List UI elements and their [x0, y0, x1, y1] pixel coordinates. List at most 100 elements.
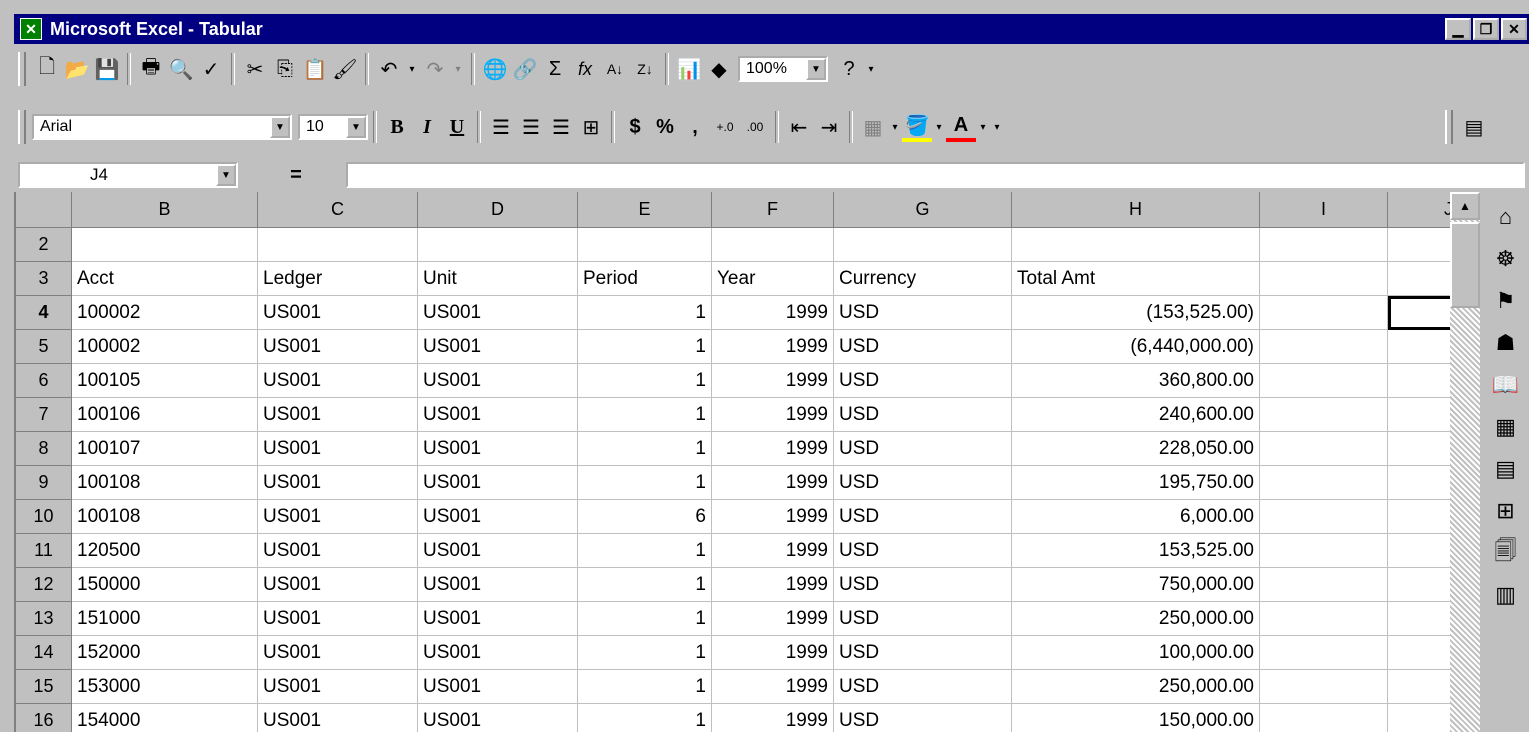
cell[interactable]: USD [834, 636, 1012, 670]
paste-icon[interactable]: 📋 [300, 53, 330, 85]
cell[interactable]: 1999 [712, 704, 834, 732]
cell[interactable]: 1 [578, 602, 712, 636]
home-icon[interactable]: ⌂ [1489, 200, 1523, 234]
cell[interactable]: 1999 [712, 364, 834, 398]
cell[interactable]: 120500 [72, 534, 258, 568]
cell[interactable] [712, 228, 834, 262]
column-header-i[interactable]: I [1260, 192, 1388, 228]
cell[interactable]: 1999 [712, 500, 834, 534]
cell[interactable]: 1 [578, 568, 712, 602]
cell[interactable]: 6,000.00 [1012, 500, 1260, 534]
report-icon[interactable]: ▦ [1489, 410, 1523, 444]
format-painter-icon[interactable]: 🖌 [330, 53, 360, 85]
redo-icon[interactable]: ↷ [420, 53, 450, 85]
zoom-dropdown-icon[interactable]: ▼ [806, 58, 826, 80]
cell[interactable] [1260, 500, 1388, 534]
cell[interactable] [1388, 670, 1452, 704]
cell[interactable] [1388, 364, 1452, 398]
cell[interactable]: USD [834, 602, 1012, 636]
toolbar-grip[interactable] [18, 52, 26, 86]
row-header[interactable]: 12 [16, 568, 72, 602]
cell[interactable]: 1 [578, 670, 712, 704]
align-center-icon[interactable]: ☰ [516, 111, 546, 143]
column-header-g[interactable]: G [834, 192, 1012, 228]
cell[interactable]: (6,440,000.00) [1012, 330, 1260, 364]
cell[interactable] [1260, 330, 1388, 364]
flag-icon[interactable]: ⚑ [1489, 284, 1523, 318]
cell[interactable]: 150,000.00 [1012, 704, 1260, 732]
cell[interactable]: Acct [72, 262, 258, 296]
size-dropdown-icon[interactable]: ▼ [346, 116, 366, 138]
cell[interactable] [1260, 568, 1388, 602]
name-box[interactable]: J4 ▼ [18, 162, 238, 188]
drawing-icon[interactable]: ◆ [704, 53, 734, 85]
cell[interactable] [1260, 670, 1388, 704]
cell[interactable] [1260, 704, 1388, 732]
excel-app-icon[interactable]: ✕ [20, 18, 42, 40]
cell[interactable] [1260, 364, 1388, 398]
increase-indent-icon[interactable]: ⇥ [814, 111, 844, 143]
cell[interactable]: 150000 [72, 568, 258, 602]
cut-icon[interactable]: ✂ [240, 53, 270, 85]
row-header[interactable]: 13 [16, 602, 72, 636]
cell[interactable]: Unit [418, 262, 578, 296]
document-icon[interactable]: 🗐 [1489, 536, 1523, 570]
cell[interactable]: Year [712, 262, 834, 296]
cell[interactable]: 750,000.00 [1012, 568, 1260, 602]
cell[interactable]: 6 [578, 500, 712, 534]
percent-icon[interactable]: % [650, 111, 680, 143]
cell[interactable]: US001 [418, 398, 578, 432]
cell[interactable]: USD [834, 568, 1012, 602]
autosum-icon[interactable]: Σ [540, 53, 570, 85]
cell[interactable]: US001 [258, 364, 418, 398]
column-header-f[interactable]: F [712, 192, 834, 228]
copy-icon[interactable]: ⎘ [270, 53, 300, 85]
cell[interactable]: USD [834, 432, 1012, 466]
row-header[interactable]: 4 [16, 296, 72, 330]
font-size-select[interactable]: 10 ▼ [298, 114, 368, 140]
cell[interactable]: USD [834, 296, 1012, 330]
cell[interactable]: US001 [418, 330, 578, 364]
cell[interactable] [1260, 262, 1388, 296]
cell[interactable] [1260, 398, 1388, 432]
cell[interactable]: 151000 [72, 602, 258, 636]
cell[interactable]: US001 [258, 670, 418, 704]
cell[interactable]: US001 [258, 568, 418, 602]
align-left-icon[interactable]: ☰ [486, 111, 516, 143]
scroll-up-icon[interactable]: ▲ [1450, 192, 1480, 220]
cell[interactable]: USD [834, 704, 1012, 732]
cell[interactable]: 1999 [712, 534, 834, 568]
row-header[interactable]: 3 [16, 262, 72, 296]
formula-input[interactable] [346, 162, 1525, 188]
row-header[interactable]: 9 [16, 466, 72, 500]
query-icon[interactable]: ⊞ [1489, 494, 1523, 528]
row-header[interactable]: 5 [16, 330, 72, 364]
row-header[interactable]: 6 [16, 364, 72, 398]
cell[interactable]: 1 [578, 704, 712, 732]
cell[interactable]: USD [834, 534, 1012, 568]
font-select[interactable]: Arial ▼ [32, 114, 292, 140]
cell[interactable] [1388, 330, 1452, 364]
vertical-scrollbar[interactable]: ▲ [1450, 192, 1480, 732]
redo-dropdown-icon[interactable]: ▾ [450, 53, 466, 85]
toolbar-grip[interactable] [18, 110, 26, 144]
cell[interactable] [1260, 602, 1388, 636]
cell[interactable]: USD [834, 330, 1012, 364]
cell[interactable]: US001 [418, 466, 578, 500]
row-header[interactable]: 16 [16, 704, 72, 732]
cell[interactable]: US001 [258, 500, 418, 534]
spelling-icon[interactable]: ✓ [196, 53, 226, 85]
undo-icon[interactable]: ↶ [374, 53, 404, 85]
cell[interactable] [834, 228, 1012, 262]
print-icon[interactable]: 🖶 [136, 53, 166, 85]
font-color-icon[interactable]: A [946, 112, 976, 142]
chart-wizard-icon[interactable]: 📊 [674, 53, 704, 85]
cell[interactable] [1260, 466, 1388, 500]
cell[interactable]: US001 [258, 636, 418, 670]
active-cell[interactable] [1388, 296, 1452, 330]
undo-dropdown-icon[interactable]: ▾ [404, 53, 420, 85]
cell[interactable]: USD [834, 466, 1012, 500]
cell[interactable]: US001 [258, 466, 418, 500]
column-header-b[interactable]: B [72, 192, 258, 228]
cell[interactable] [1388, 500, 1452, 534]
